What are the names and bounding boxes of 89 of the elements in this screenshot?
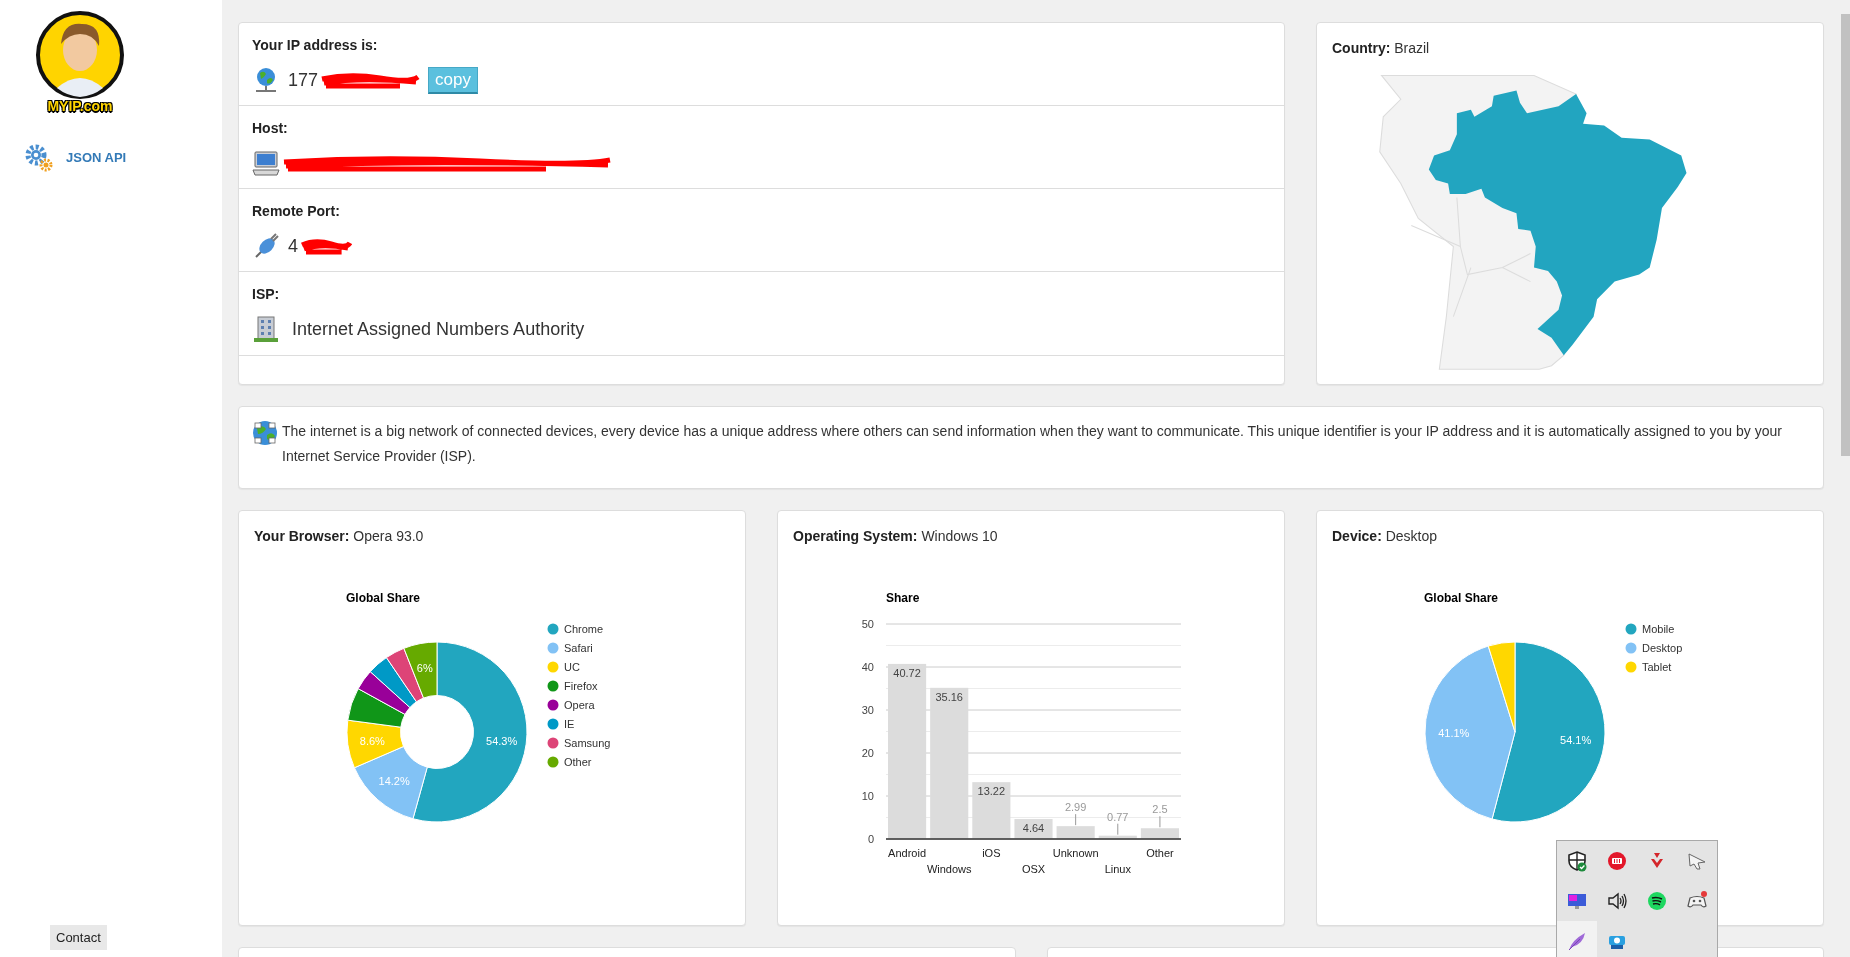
json-api-link[interactable]: JSON API [24, 143, 127, 173]
axis-label: iOS [982, 847, 1001, 859]
legend-label: Firefox [564, 680, 598, 692]
bar [1140, 828, 1179, 839]
slice-label: 54.1% [1560, 733, 1592, 746]
shield-icon [1566, 850, 1588, 872]
axis-label: Android [888, 847, 927, 859]
legend-label: Safari [564, 642, 593, 654]
slice-label: 14.2% [378, 775, 410, 788]
building-icon [252, 315, 280, 343]
scrollbar-thumb[interactable] [1841, 14, 1850, 456]
legend-dot [1625, 642, 1637, 654]
legend-dot [1625, 661, 1637, 673]
logo-text: MYIP.com [47, 97, 113, 116]
legend-dot [547, 737, 559, 749]
gear-icon [24, 143, 54, 173]
chart-title: Global Share [346, 591, 421, 605]
value-label: 35.16 [935, 690, 963, 703]
value-label: 2.99 [1064, 801, 1087, 814]
field-label: ISP: [252, 285, 281, 304]
field-label: Your Browser: [254, 528, 350, 544]
leader-line [1117, 823, 1119, 836]
contact-button[interactable]: Contact [50, 924, 107, 950]
axis-label: Windows [926, 863, 972, 875]
chart-title: Share [886, 591, 920, 605]
logo-mascot-icon [35, 10, 125, 100]
wave-circle-icon [1646, 890, 1668, 912]
field-label: Device: [1332, 528, 1382, 544]
legend-dot [547, 699, 559, 711]
legend-dot [547, 718, 559, 730]
legend-dot [547, 661, 559, 673]
leader-line [1159, 815, 1161, 828]
field-value: Internet Assigned Numbers Authority [292, 317, 585, 341]
slice-label: 54.3% [486, 734, 518, 747]
field-label: Country: [1332, 40, 1391, 56]
legend-label: Desktop [1642, 642, 1683, 654]
legend-label: Mobile [1642, 623, 1675, 635]
legend-dot [547, 680, 559, 692]
feather-icon [1566, 930, 1588, 952]
axis-label: OSX [1021, 863, 1046, 875]
bar [1014, 819, 1053, 839]
value-label: 0.77 [1107, 810, 1129, 823]
legend-label: UC [564, 661, 580, 673]
value-label: 4.64 [1022, 822, 1045, 835]
legend-dot [1625, 623, 1637, 635]
field-label: Your IP address is: [252, 36, 379, 55]
slice-label: 41.1% [1438, 727, 1470, 740]
computer-icon [252, 149, 280, 177]
field-value: 4 [288, 234, 298, 258]
axis-label: 10 [861, 790, 874, 802]
value-label: 40.72 [893, 666, 921, 679]
network-globe-icon [251, 419, 279, 447]
leader-line [1075, 813, 1077, 826]
chart-title: Global Share [1424, 591, 1499, 605]
bar [1098, 835, 1137, 839]
legend-label: Samsung [564, 737, 611, 749]
speaker-icon [1606, 890, 1628, 912]
field-value: Desktop [1385, 528, 1438, 544]
legend-label: Opera [564, 699, 595, 711]
axis-label: 40 [861, 661, 874, 673]
field-value: Brazil [1394, 40, 1430, 56]
field-label: Host: [252, 119, 289, 138]
legend-label: Chrome [564, 623, 604, 635]
axis-label: 30 [861, 704, 874, 716]
axis-label: 20 [861, 747, 874, 759]
legend-dot [547, 623, 559, 635]
field-label: Remote Port: [252, 202, 341, 221]
legend-dot [547, 756, 559, 768]
field-label: Operating System: [793, 528, 918, 544]
field-value: Windows 10 [921, 528, 998, 544]
legend-label: Tablet [1642, 661, 1672, 673]
round-app-icon [1606, 850, 1628, 872]
axis-label: Linux [1104, 863, 1131, 875]
slice-label: 6% [416, 661, 433, 674]
airplane-icon [1686, 850, 1708, 872]
legend-label: IE [564, 718, 575, 730]
legend-label: Other [564, 756, 592, 768]
axis-label: Other [1146, 847, 1174, 859]
legend-dot [547, 642, 559, 654]
value-label: 2.5 [1152, 803, 1168, 816]
field-value: 177 [288, 68, 319, 92]
axis-label: Unknown [1052, 847, 1099, 859]
info-paragraph: The internet is a big network of connected devices, every device has a unique address where others can send information when they want to communicate. This unique identifier is your IP address and it is automatically assigned to you by your Internet Service Provider (ISP). [282, 422, 1783, 466]
field-value: Opera 93.0 [353, 528, 424, 544]
axis-label: 0 [867, 833, 874, 845]
slice-label: 8.6% [359, 735, 385, 747]
axis-label: 50 [861, 618, 874, 630]
value-label: 13.22 [977, 785, 1006, 798]
bar [972, 782, 1011, 839]
